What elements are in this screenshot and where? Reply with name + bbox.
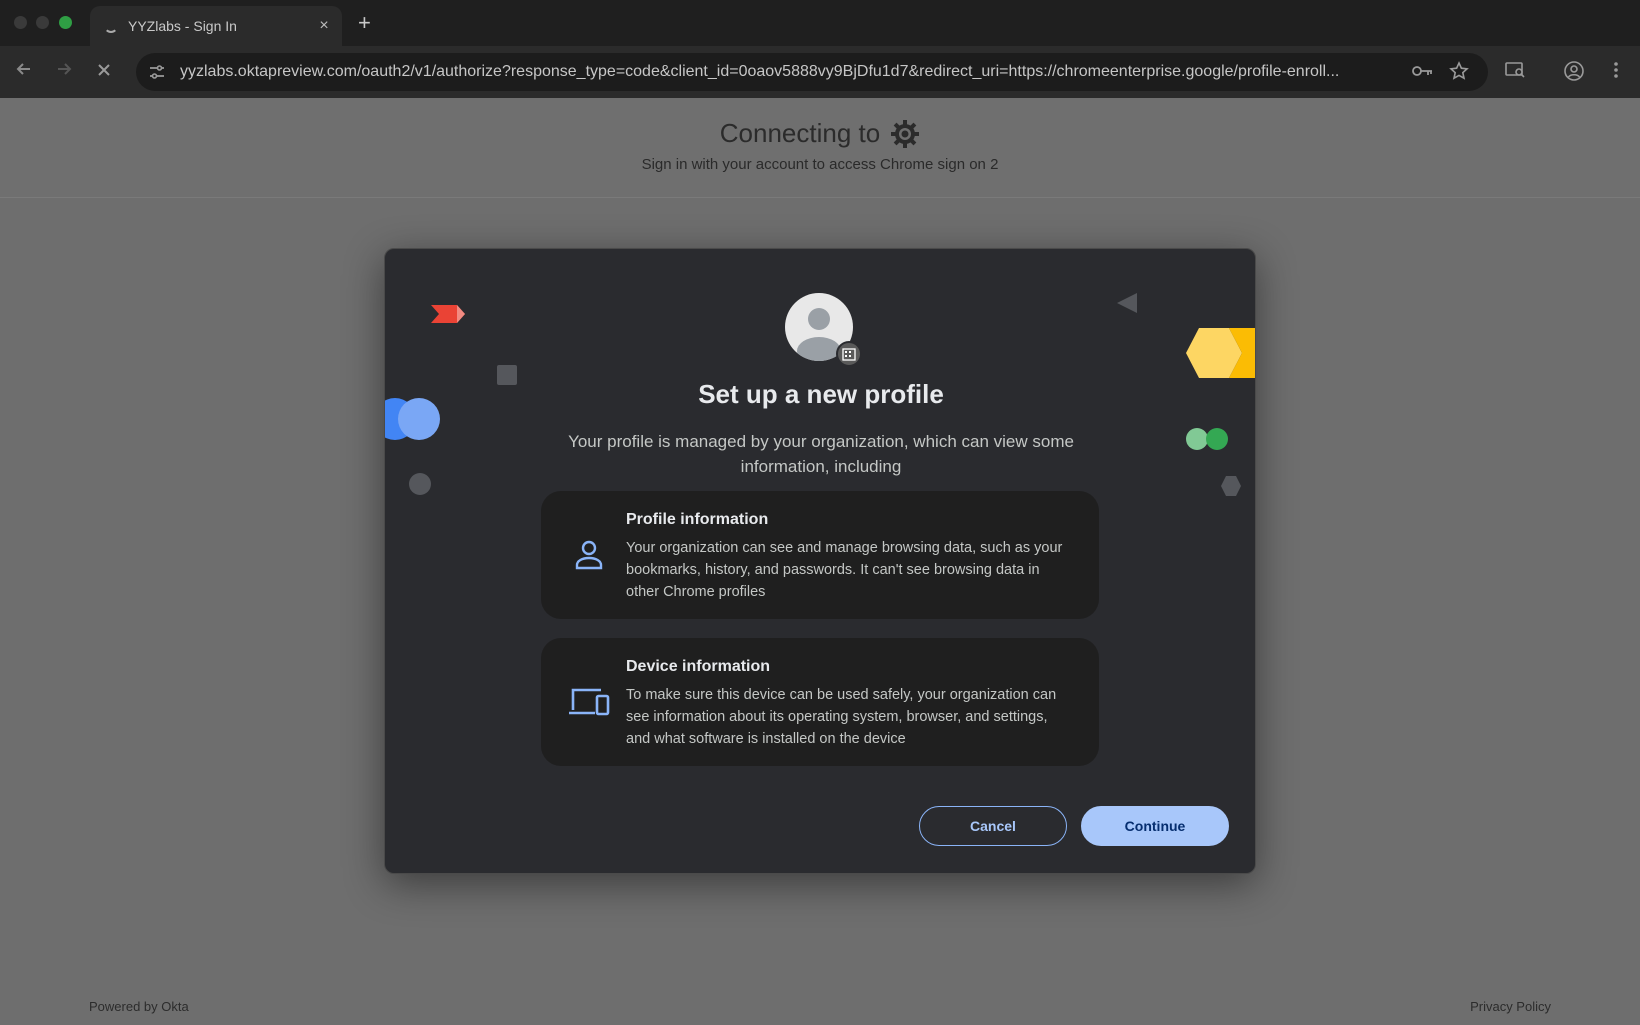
cancel-button[interactable]: Cancel	[919, 806, 1067, 846]
connecting-title-text: Connecting to	[719, 118, 881, 148]
continue-button[interactable]: Continue	[1081, 806, 1229, 846]
connecting-subtitle: Sign in with your account to access Chro…	[641, 156, 999, 173]
close-icon	[98, 64, 110, 76]
person-icon	[567, 533, 611, 577]
device-information-card: Device information To make sure this dev…	[541, 638, 1099, 766]
card-text: To make sure this device can be used saf…	[626, 687, 1057, 747]
tab-search-icon[interactable]	[1503, 60, 1527, 84]
forward-button[interactable]	[50, 58, 78, 86]
decorative-green-pill-icon	[1186, 428, 1228, 450]
decorative-hexagon-icon	[1221, 476, 1241, 496]
dialog-title: Set up a new profile	[698, 379, 944, 409]
dialog-description: Your profile is managed by your organiza…	[568, 432, 1074, 476]
card-text: Your organization can see and manage bro…	[626, 540, 1063, 600]
tune-icon	[150, 65, 164, 79]
address-bar[interactable]: yyzlabs.oktapreview.com/oauth2/v1/author…	[136, 53, 1488, 91]
card-title: Device information	[626, 658, 771, 675]
tab-close-icon[interactable]: ×	[316, 17, 332, 35]
devices-icon	[567, 680, 611, 724]
building-icon	[842, 348, 856, 361]
window-minimize-button[interactable]	[36, 16, 49, 29]
enterprise-badge	[836, 341, 862, 367]
decorative-red-arrow-icon	[431, 305, 465, 323]
back-button[interactable]	[10, 58, 38, 86]
window-maximize-button[interactable]	[59, 16, 72, 29]
card-title: Profile information	[626, 511, 769, 528]
new-tab-button[interactable]: +	[358, 10, 371, 36]
privacy-policy-link[interactable]: Privacy Policy	[1470, 999, 1551, 1014]
key-icon[interactable]	[1412, 61, 1434, 83]
window-close-button[interactable]	[14, 16, 27, 29]
loading-spinner-icon	[104, 19, 118, 33]
decorative-yellow-hexagon-icon	[1186, 328, 1255, 378]
profile-icon[interactable]	[1562, 60, 1586, 84]
browser-toolbar: yyzlabs.oktapreview.com/oauth2/v1/author…	[0, 46, 1640, 98]
tab-title: YYZlabs - Sign In	[128, 18, 237, 34]
decorative-triangle-icon	[1117, 293, 1137, 313]
decorative-circle-icon	[409, 473, 431, 495]
site-info-button[interactable]	[142, 57, 172, 87]
more-menu-icon[interactable]	[1604, 60, 1628, 84]
browser-tab[interactable]: YYZlabs - Sign In ×	[90, 6, 342, 46]
page-footer: Powered by Okta Privacy Policy	[0, 990, 1640, 1025]
arrow-left-icon	[16, 63, 30, 75]
bookmark-star-icon[interactable]	[1448, 61, 1470, 83]
url-text[interactable]: yyzlabs.oktapreview.com/oauth2/v1/author…	[180, 63, 1410, 81]
stop-loading-button[interactable]	[90, 58, 118, 86]
connecting-title: Connecting to	[0, 118, 1640, 149]
profile-information-card: Profile information Your organization ca…	[541, 491, 1099, 619]
gear-icon	[891, 119, 920, 148]
tab-bar: YYZlabs - Sign In × +	[0, 0, 1640, 46]
setup-profile-dialog: Set up a new profile Your profile is man…	[384, 248, 1256, 874]
powered-by-text: Powered by Okta	[89, 999, 189, 1014]
arrow-right-icon	[58, 63, 72, 75]
page-header: Connecting to Sign in with your account …	[0, 98, 1640, 198]
